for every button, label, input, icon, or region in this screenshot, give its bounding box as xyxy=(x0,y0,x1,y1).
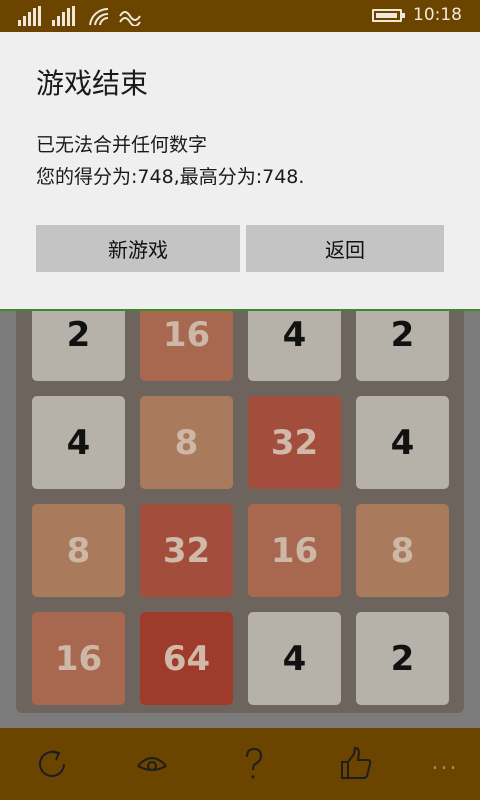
signal-icon xyxy=(18,6,41,26)
data-sense-icon xyxy=(119,11,141,26)
tile: 64 xyxy=(140,612,233,705)
new-game-button[interactable]: 新游戏 xyxy=(36,225,240,272)
tile: 32 xyxy=(248,396,341,489)
signal-icon xyxy=(52,6,75,26)
help-icon xyxy=(246,747,263,779)
tile: 4 xyxy=(248,612,341,705)
status-bar: 10:18 xyxy=(0,0,480,32)
thumbs-up-icon xyxy=(341,746,372,779)
eye-icon xyxy=(137,757,167,771)
tile: 8 xyxy=(140,396,233,489)
game-over-dialog: 游戏结束 已无法合并任何数字 您的得分为:748,最高分为:748. 新游戏 返… xyxy=(0,32,480,311)
dialog-message-line1: 已无法合并任何数字 xyxy=(36,134,208,156)
dialog-score-line: 您的得分为:748,最高分为:748. xyxy=(36,166,305,188)
wifi-icon xyxy=(89,7,109,26)
back-button[interactable]: 返回 xyxy=(246,225,444,272)
tile: 8 xyxy=(32,504,125,597)
tile: 16 xyxy=(32,612,125,705)
refresh-button[interactable] xyxy=(30,742,74,786)
help-button[interactable] xyxy=(232,742,276,786)
tile: 2 xyxy=(356,612,449,705)
tile: 32 xyxy=(140,504,233,597)
tile: 16 xyxy=(248,504,341,597)
tile: 8 xyxy=(356,504,449,597)
tile: 4 xyxy=(356,396,449,489)
app-bar: ... xyxy=(0,728,480,800)
dialog-title: 游戏结束 xyxy=(36,67,149,100)
more-menu-button[interactable]: ... xyxy=(430,750,460,775)
rate-button[interactable] xyxy=(334,742,378,786)
clock: 10:18 xyxy=(413,5,462,25)
view-button[interactable] xyxy=(130,742,174,786)
battery-icon xyxy=(372,9,402,22)
game-board[interactable]: 2 16 4 2 4 8 32 4 8 32 16 8 16 64 4 2 xyxy=(16,288,464,713)
refresh-icon xyxy=(39,750,65,777)
tile: 4 xyxy=(32,396,125,489)
